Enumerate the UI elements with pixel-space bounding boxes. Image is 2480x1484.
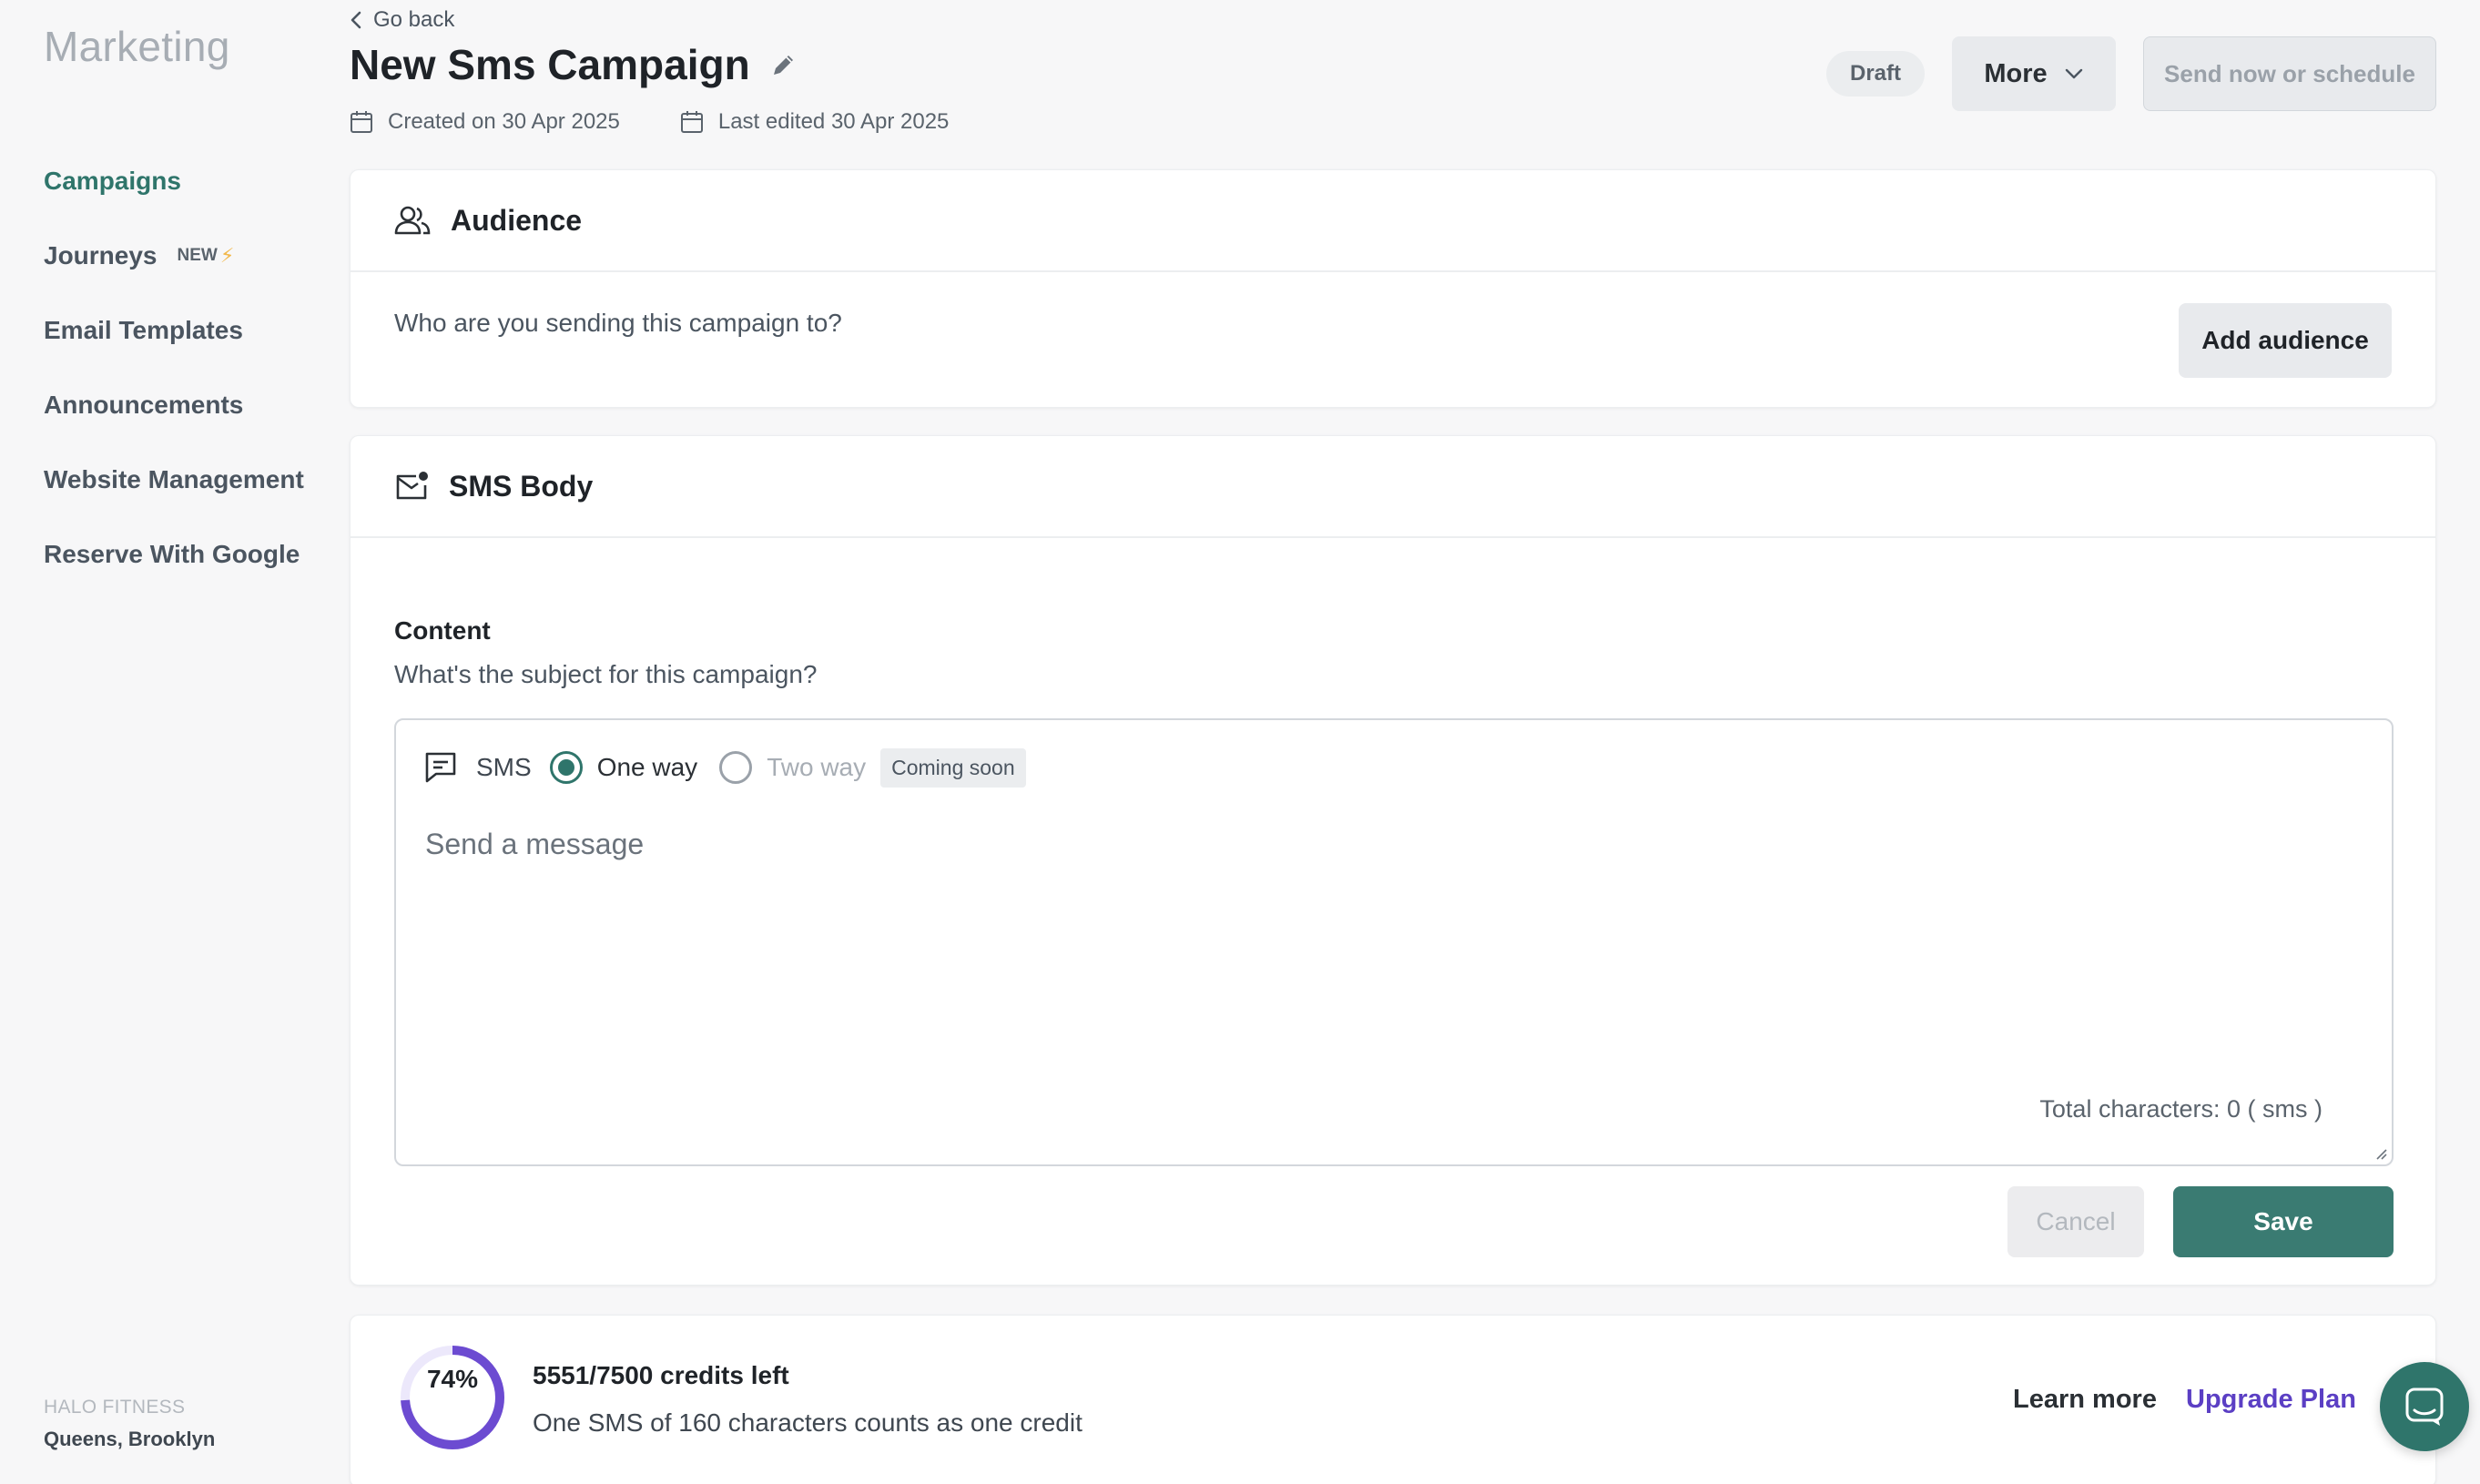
- character-count: Total characters: 0 ( sms ): [2039, 1095, 2322, 1123]
- content-subtitle: What's the subject for this campaign?: [394, 660, 818, 688]
- sidebar-item-label: Email Templates: [44, 316, 243, 344]
- campaign-meta: Created on 30 Apr 2025 Last edited 30 Ap…: [350, 109, 949, 135]
- composer-toolbar: SMS One way Two way Coming soon: [423, 746, 1026, 789]
- one-way-radio[interactable]: [549, 751, 583, 784]
- resize-handle-icon[interactable]: [2373, 1146, 2388, 1161]
- sidebar: Marketing Campaigns Journeys NEW ⚡ Email …: [0, 0, 328, 1484]
- cancel-button[interactable]: Cancel: [2007, 1186, 2144, 1257]
- coming-soon-badge: Coming soon: [880, 747, 1026, 788]
- sidebar-item-reserve-with-google[interactable]: Reserve With Google: [44, 517, 304, 592]
- sidebar-item-label: Campaigns: [44, 167, 181, 195]
- title-row: New Sms Campaign: [350, 40, 798, 89]
- chat-bubble-icon: [2405, 1387, 2444, 1426]
- chevron-down-icon: [2065, 68, 2082, 79]
- users-icon: [394, 206, 431, 235]
- sms-body-card: SMS Body Content What's the subject for …: [350, 435, 2436, 1286]
- sms-channel-label: SMS: [476, 753, 532, 781]
- sidebar-item-label: Journeys: [44, 241, 158, 269]
- two-way-label[interactable]: Two way: [767, 753, 866, 782]
- one-way-label[interactable]: One way: [597, 753, 698, 782]
- new-badge-label: NEW: [177, 246, 218, 265]
- credits-subtitle: One SMS of 160 characters counts as one …: [533, 1408, 1082, 1437]
- sidebar-item-website-management[interactable]: Website Management: [44, 442, 304, 517]
- credits-percent-label: 74%: [426, 1365, 479, 1393]
- sidebar-item-announcements[interactable]: Announcements: [44, 368, 304, 442]
- chevron-left-icon: [351, 11, 361, 29]
- sidebar-nav: Campaigns Journeys NEW ⚡ Email Templates …: [44, 144, 304, 592]
- message-input[interactable]: [425, 828, 2364, 1028]
- sidebar-item-label: Announcements: [44, 391, 244, 419]
- edited-date-label: Last edited 30 Apr 2025: [717, 109, 950, 134]
- created-date: Created on 30 Apr 2025: [350, 109, 620, 135]
- add-audience-button[interactable]: Add audience: [2179, 303, 2392, 378]
- learn-more-link[interactable]: Learn more: [2013, 1385, 2157, 1415]
- sms-composer: SMS One way Two way Coming soon Total ch…: [394, 718, 2394, 1166]
- organization-info: HALO FITNESS Queens, Brooklyn: [44, 1397, 215, 1451]
- sidebar-item-label: Reserve With Google: [44, 540, 300, 568]
- app-brand: Marketing: [44, 23, 230, 70]
- organization-location: Queens, Brooklyn: [44, 1428, 216, 1450]
- credits-left-title: 5551/7500 credits left: [533, 1361, 789, 1389]
- go-back-label: Go back: [373, 7, 455, 32]
- sms-body-title: SMS Body: [449, 469, 594, 503]
- sms-body-header: SMS Body: [351, 436, 2435, 538]
- sidebar-item-journeys[interactable]: Journeys NEW ⚡: [44, 219, 304, 293]
- new-badge: NEW ⚡: [178, 244, 235, 268]
- audience-question: Who are you sending this campaign to?: [394, 309, 842, 337]
- content-label: Content: [394, 616, 491, 645]
- lightning-icon: ⚡: [219, 244, 235, 267]
- sidebar-item-campaigns[interactable]: Campaigns: [44, 144, 304, 219]
- status-badge: Draft: [1826, 51, 1925, 97]
- chat-message-icon: [425, 752, 456, 783]
- audience-header: Audience: [351, 170, 2435, 272]
- mail-notification-icon: [396, 472, 428, 500]
- save-button[interactable]: Save: [2173, 1186, 2394, 1257]
- edit-title-pencil-icon[interactable]: [770, 51, 798, 78]
- chat-support-button[interactable]: [2380, 1362, 2469, 1451]
- go-back-link[interactable]: Go back: [350, 7, 454, 33]
- audience-card: Audience Who are you sending this campai…: [350, 169, 2436, 408]
- upgrade-plan-link[interactable]: Upgrade Plan: [2186, 1385, 2356, 1415]
- page-title: New Sms Campaign: [350, 41, 750, 88]
- sidebar-item-label: Website Management: [44, 465, 304, 493]
- calendar-icon: [351, 111, 372, 133]
- audience-title: Audience: [451, 203, 583, 237]
- sidebar-item-email-templates[interactable]: Email Templates: [44, 293, 304, 368]
- two-way-radio[interactable]: [719, 751, 753, 784]
- send-now-or-schedule-button[interactable]: Send now or schedule: [2143, 36, 2436, 111]
- organization-name: HALO FITNESS: [44, 1397, 186, 1418]
- calendar-icon: [680, 111, 703, 133]
- credits-card: 74% 5551/7500 credits left One SMS of 16…: [350, 1315, 2436, 1484]
- edited-date: Last edited 30 Apr 2025: [680, 109, 950, 135]
- created-date-label: Created on 30 Apr 2025: [388, 109, 620, 134]
- more-button-label: More: [1984, 58, 2048, 88]
- more-button[interactable]: More: [1952, 36, 2116, 111]
